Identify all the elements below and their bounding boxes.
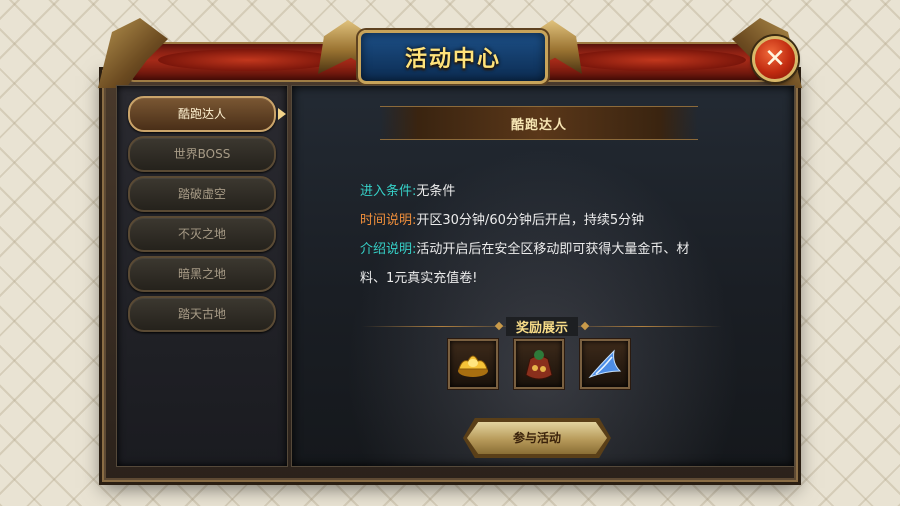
intro-description: 介绍说明:活动开启后在安全区移动即可获得大量金币、材 [360,238,740,257]
intro-label: 介绍说明: [360,242,417,257]
blue-crystal-icon [588,349,622,379]
menu-item-label: 暗黑之地 [177,267,226,281]
reward-slot-gold[interactable] [448,339,498,389]
intro-description-cont: 料、1元真实充值卷! [360,267,740,286]
entry-value: 无条件 [416,184,456,199]
menu-item-ancient-land[interactable]: 踏天古地 [128,296,276,332]
window-title: 活动中心 [404,46,501,72]
reward-slot-crystal[interactable] [580,339,630,389]
menu-item-dark-land[interactable]: 暗黑之地 [128,256,276,292]
activity-detail-panel: 酷跑达人 进入条件:无条件 时间说明:开区30分钟/60分钟后开启，持续5分钟 … [291,85,795,467]
title-plate: 活动中心 [358,30,548,84]
menu-item-label: 不灭之地 [177,227,226,241]
menu-item-label: 酷跑达人 [177,107,226,121]
diamond-icon [494,321,504,331]
reward-title: 奖励展示 [505,316,578,336]
menu-item-void[interactable]: 踏破虚空 [128,176,276,212]
activity-menu: 酷跑达人 世界BOSS 踏破虚空 不灭之地 暗黑之地 踏天古地 [116,85,288,467]
close-icon: ✕ [764,44,786,74]
time-value: 开区30分钟/60分钟后开启，持续5分钟 [416,213,645,228]
intro-value-line1: 活动开启后在安全区移动即可获得大量金币、材 [416,242,690,257]
treasure-bag-icon [525,350,553,380]
reward-slot-bag[interactable] [514,339,564,389]
menu-item-label: 踏破虚空 [177,187,226,201]
menu-item-immortal-land[interactable]: 不灭之地 [128,216,276,252]
gold-ingot-icon [458,355,488,377]
join-activity-button[interactable]: 参与活动 [467,422,607,454]
menu-item-parkour[interactable]: 酷跑达人 [128,96,286,132]
menu-item-world-boss[interactable]: 世界BOSS [128,136,276,172]
detail-title-bar: 酷跑达人 [380,106,698,140]
diamond-icon [580,321,590,331]
time-label: 时间说明: [360,213,417,228]
menu-item-label: 世界BOSS [173,147,231,161]
reward-header: 奖励展示 [292,316,792,336]
intro-value-line2: 料、1元真实充值卷! [360,271,478,286]
detail-title: 酷跑达人 [510,117,567,133]
selected-arrow-icon [278,108,286,120]
close-button[interactable]: ✕ [752,36,798,82]
menu-item-label: 踏天古地 [177,307,226,321]
time-description: 时间说明:开区30分钟/60分钟后开启，持续5分钟 [360,209,740,228]
entry-condition: 进入条件:无条件 [360,180,740,199]
entry-label: 进入条件: [360,184,417,199]
